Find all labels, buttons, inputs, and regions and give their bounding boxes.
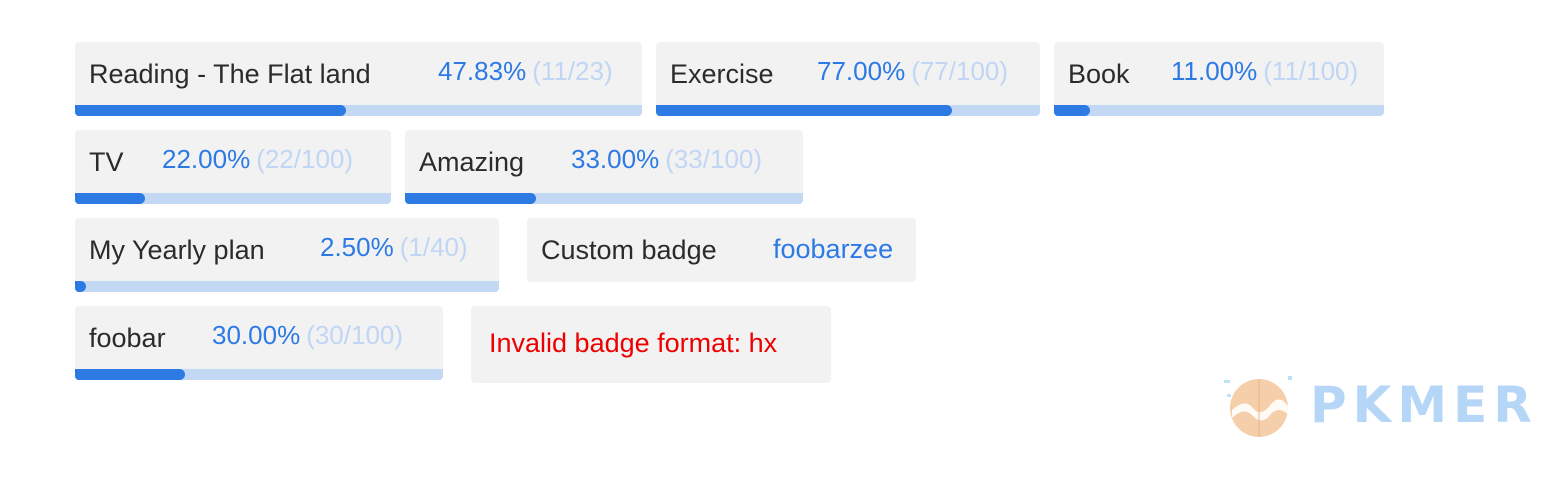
- badge-label: Amazing: [419, 147, 525, 177]
- badge-label: TV: [89, 147, 124, 177]
- custom-badge-value: foobarzee: [773, 234, 894, 264]
- invalid-badge-message: Invalid badge format: hx: [489, 328, 778, 358]
- badge-percent: 30.00% (30/100): [212, 320, 404, 350]
- progress-badge: Exercise 77.00% (77/100): [656, 42, 1040, 116]
- progress-fill: [75, 369, 186, 380]
- badge-fraction: (1/40): [399, 232, 468, 262]
- badge-percent: 11.00% (11/100): [1171, 56, 1359, 86]
- badge-label: foobar: [89, 323, 166, 353]
- badge-fraction: (77/100): [911, 56, 1009, 86]
- progress-badge: Amazing 33.00% (33/100): [405, 130, 803, 204]
- progress-fill: [75, 193, 145, 204]
- progress-fill: [75, 281, 86, 292]
- badge-label: Book: [1068, 59, 1130, 89]
- pkmer-logo-text: PKMER: [1310, 376, 1538, 434]
- progress-track: [75, 193, 391, 204]
- progress-badge: My Yearly plan 2.50% (1/40): [75, 218, 499, 292]
- pkmer-logo-icon: [1224, 376, 1292, 437]
- progress-badge: Book 11.00% (11/100): [1054, 42, 1384, 116]
- badge-fraction: (22/100): [256, 144, 354, 174]
- progress-track: [75, 369, 443, 380]
- progress-badge: Reading - The Flat land 47.83% (11/23): [75, 42, 642, 116]
- badge-percent: 47.83% (11/23): [438, 56, 613, 86]
- custom-badge-label: Custom badge: [541, 235, 717, 265]
- progress-fill: [656, 105, 952, 116]
- progress-track: [75, 281, 499, 292]
- progress-fill: [405, 193, 537, 204]
- badge-label: My Yearly plan: [89, 235, 265, 265]
- progress-track: [1054, 105, 1384, 116]
- progress-badge: TV 22.00% (22/100): [75, 130, 391, 204]
- badge-percent: 2.50% (1/40): [320, 232, 468, 262]
- badge-percent: 33.00% (33/100): [571, 144, 763, 174]
- progress-fill: [75, 105, 347, 116]
- badge-fraction: (30/100): [306, 320, 404, 350]
- custom-badge: Custom badge foobarzee: [527, 218, 916, 282]
- progress-fill: [1054, 105, 1091, 116]
- progress-track: [75, 105, 642, 116]
- badge-fraction: (11/100): [1263, 56, 1359, 86]
- progress-track: [405, 193, 803, 204]
- badge-fraction: (33/100): [665, 144, 763, 174]
- badge-fraction: (11/23): [532, 56, 613, 86]
- badge-percent: 22.00% (22/100): [162, 144, 354, 174]
- progress-badge: foobar 30.00% (30/100): [75, 306, 443, 380]
- progress-track: [656, 105, 1040, 116]
- badge-label: Reading - The Flat land: [89, 59, 371, 89]
- badge-percent: 77.00% (77/100): [817, 56, 1009, 86]
- invalid-badge: Invalid badge format: hx: [471, 306, 831, 383]
- badge-label: Exercise: [670, 59, 774, 89]
- pkmer-watermark: PKMER: [1222, 370, 1542, 450]
